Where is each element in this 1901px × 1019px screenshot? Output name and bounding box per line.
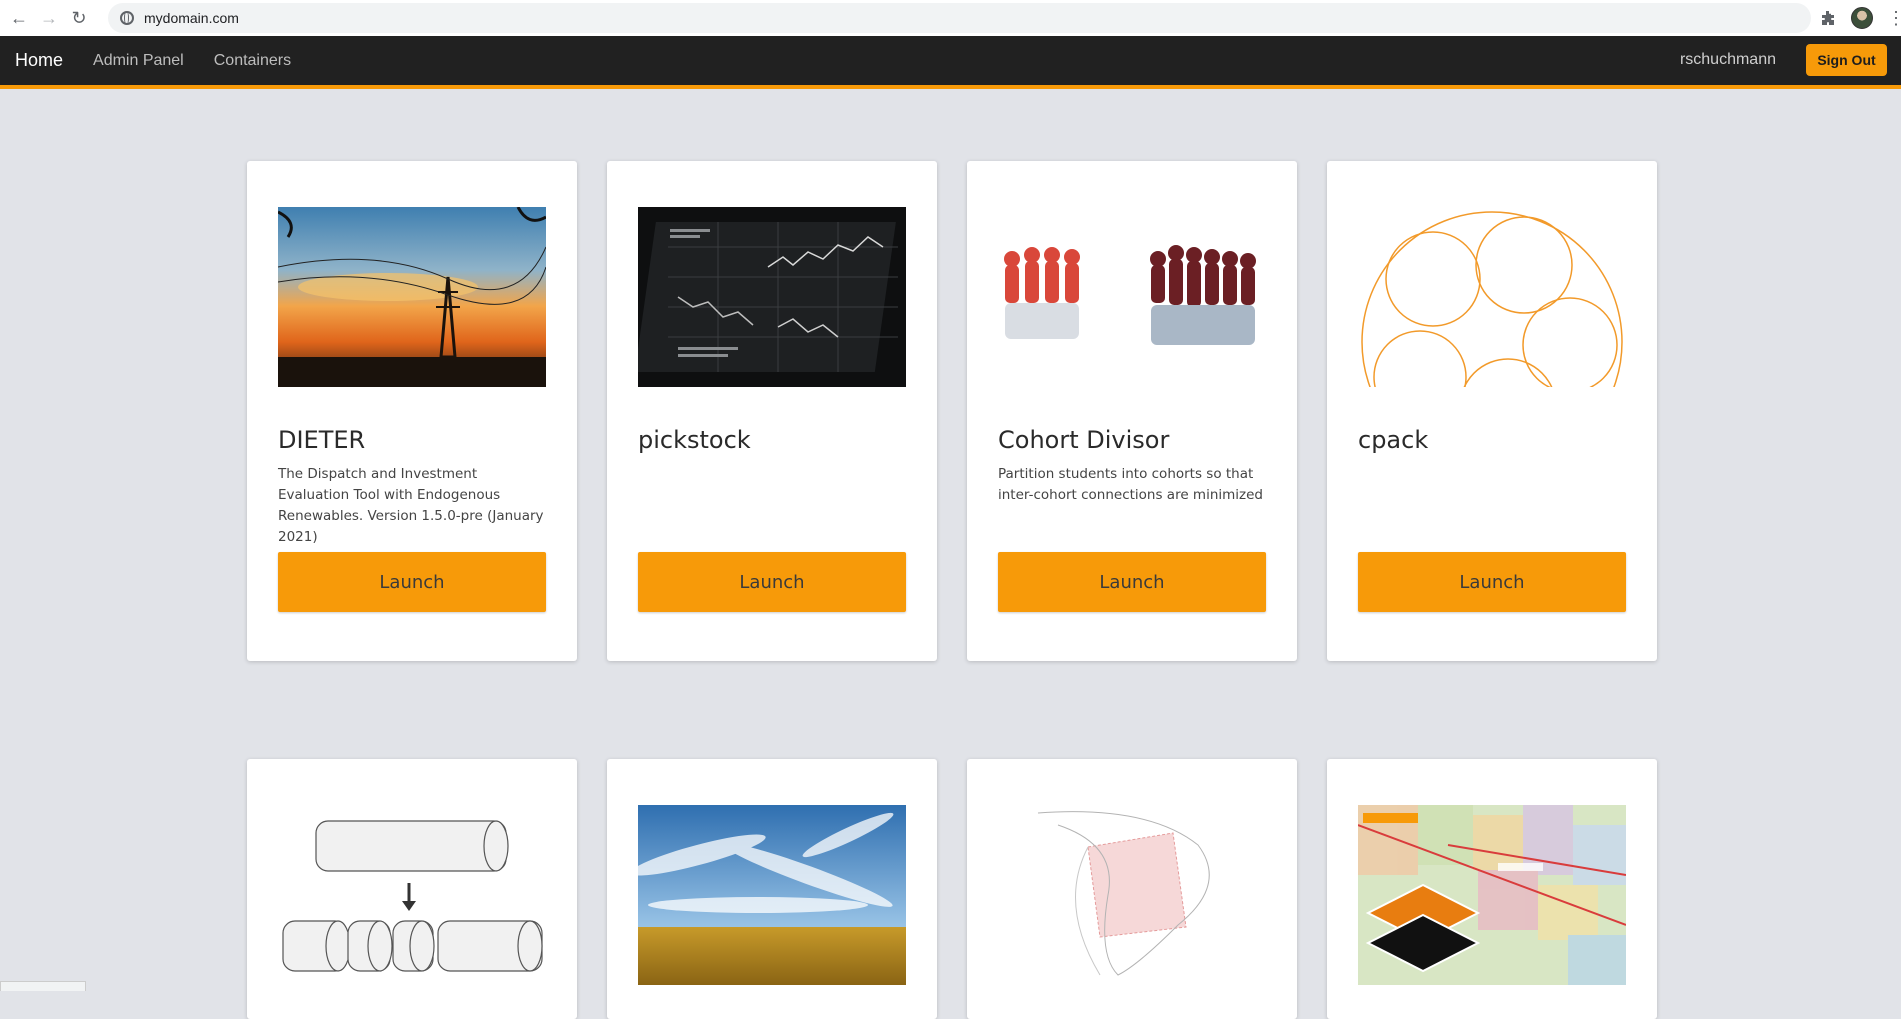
nav-containers[interactable]: Containers: [214, 52, 291, 70]
app-card: [1327, 759, 1657, 1019]
card-description: The Dispatch and Investment Evaluation T…: [278, 466, 544, 545]
app-navbar: Home Admin Panel Containers rschuchmann …: [0, 36, 1901, 89]
launch-button[interactable]: Launch: [1358, 552, 1626, 612]
username-label: rschuchmann: [1679, 51, 1776, 68]
site-info-icon[interactable]: [120, 11, 134, 25]
reload-icon[interactable]: ↻: [68, 7, 90, 29]
card-title: Cohort Divisor: [998, 426, 1170, 454]
pawn-groups-image: [998, 207, 1266, 387]
profile-avatar[interactable]: [1851, 7, 1873, 29]
projection-sketch-image: [998, 805, 1266, 985]
address-bar[interactable]: mydomain.com: [108, 3, 1811, 33]
launch-button[interactable]: Launch: [638, 552, 906, 612]
launch-button[interactable]: Launch: [278, 552, 546, 612]
nav-home[interactable]: Home: [15, 50, 63, 71]
card-title: pickstock: [638, 426, 751, 454]
card-description: Partition students into cohorts so that …: [998, 466, 1263, 503]
app-card: [607, 759, 937, 1019]
sunset-power-lines-image: [278, 207, 546, 387]
card-title: cpack: [1358, 426, 1429, 454]
menu-kebab-icon[interactable]: ⋮: [1887, 8, 1901, 29]
browser-toolbar: ← → ↻ mydomain.com ⋮: [0, 0, 1901, 36]
stock-charts-image: [638, 207, 906, 387]
card-title: DIETER: [278, 426, 366, 454]
nav-admin-panel[interactable]: Admin Panel: [93, 52, 184, 70]
app-card-cohort-divisor: Cohort Divisor Partition students into c…: [967, 161, 1297, 661]
app-card-pickstock: pickstock Launch: [607, 161, 937, 661]
app-card-dieter: DIETER The Dispatch and Investment Evalu…: [247, 161, 577, 661]
app-card: [247, 759, 577, 1019]
app-card: [967, 759, 1297, 1019]
us-map-layers-image: [1358, 805, 1626, 985]
url-text: mydomain.com: [144, 10, 239, 26]
sign-out-button[interactable]: Sign Out: [1806, 44, 1887, 76]
circle-packing-image: [1358, 207, 1626, 387]
extensions-icon[interactable]: [1819, 9, 1837, 27]
status-bubble: [0, 981, 86, 991]
wheat-field-sky-image: [638, 805, 906, 985]
forward-arrow-icon[interactable]: →: [38, 7, 60, 29]
paper-rolls-image: [278, 805, 546, 985]
back-arrow-icon[interactable]: ←: [8, 7, 30, 29]
app-card-cpack: cpack Launch: [1327, 161, 1657, 661]
launch-button[interactable]: Launch: [998, 552, 1266, 612]
